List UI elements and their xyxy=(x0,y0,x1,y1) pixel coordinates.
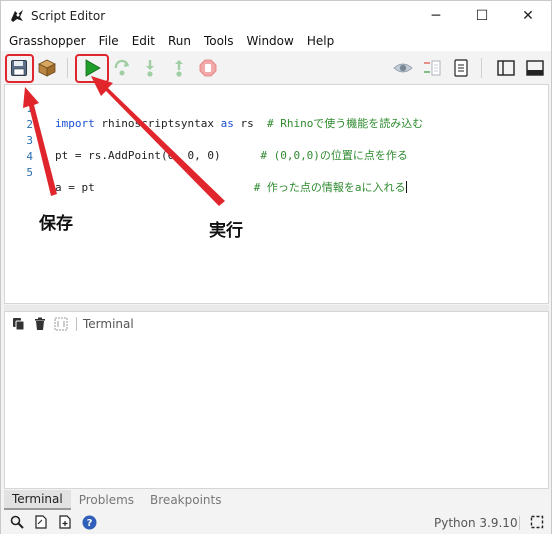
stop-icon xyxy=(199,59,217,77)
terminal-toolbar: Terminal xyxy=(5,312,548,336)
toolbar-separator-right xyxy=(481,58,482,78)
document-icon xyxy=(35,515,47,529)
menu-tools[interactable]: Tools xyxy=(204,34,234,48)
code-line: 2 xyxy=(5,105,545,131)
code-editor[interactable]: 1 import rhinoscriptsyntax as rs # Rhino… xyxy=(4,84,549,304)
compare-icon xyxy=(424,60,441,76)
package-button[interactable] xyxy=(35,56,59,80)
menu-file[interactable]: File xyxy=(99,34,119,48)
bottom-tabs: Terminal Problems Breakpoints xyxy=(4,490,549,510)
help-icon: ? xyxy=(82,515,96,529)
menu-window[interactable]: Window xyxy=(247,34,294,48)
word-wrap-icon xyxy=(54,317,68,331)
notes-icon xyxy=(454,59,468,77)
terminal-title: Terminal xyxy=(83,317,134,331)
run-highlight-box xyxy=(75,54,109,83)
text-caret xyxy=(405,181,407,193)
menu-grasshopper[interactable]: Grasshopper xyxy=(9,34,86,48)
python-version[interactable]: Python 3.9.10 xyxy=(434,516,518,530)
window-title: Script Editor xyxy=(31,9,106,23)
code-line: 5 a = pt # 作った点の情報をaに入れる xyxy=(5,153,545,194)
script-editor-window: Script Editor ─ ☐ ✕ Grasshopper File Edi… xyxy=(0,0,552,534)
toolbar-separator xyxy=(67,58,68,78)
code-line: 4 xyxy=(5,137,545,163)
status-bar: ? Python 3.9.10 xyxy=(1,511,551,534)
maximize-button[interactable]: ☐ xyxy=(459,1,505,31)
minimize-button[interactable]: ─ xyxy=(413,1,459,31)
layout-bottom-button[interactable] xyxy=(523,56,547,80)
close-button[interactable]: ✕ xyxy=(505,1,551,31)
step-out-icon xyxy=(175,60,183,77)
tab-breakpoints[interactable]: Breakpoints xyxy=(142,490,229,510)
menu-bar: Grasshopper File Edit Run Tools Window H… xyxy=(1,31,551,51)
menu-edit[interactable]: Edit xyxy=(132,34,155,48)
svg-text:?: ? xyxy=(86,518,92,529)
eye-icon xyxy=(393,63,413,73)
compare-button[interactable] xyxy=(420,56,444,80)
new-file-button[interactable] xyxy=(57,514,73,530)
layout-left-button[interactable] xyxy=(494,56,518,80)
wrap-button[interactable] xyxy=(53,316,69,332)
title-bar: Script Editor ─ ☐ ✕ xyxy=(1,1,551,31)
search-icon xyxy=(10,515,24,529)
line-number: 5 xyxy=(26,166,33,179)
grasshopper-app-icon xyxy=(11,10,23,22)
step-out-button[interactable] xyxy=(167,56,191,80)
terminal-separator xyxy=(76,317,77,331)
tab-terminal[interactable]: Terminal xyxy=(4,490,71,510)
search-button[interactable] xyxy=(9,514,25,530)
eye-button[interactable] xyxy=(391,56,415,80)
layout-bottom-icon xyxy=(526,60,544,76)
step-into-icon xyxy=(146,60,154,77)
copy-button[interactable] xyxy=(11,316,27,332)
clear-button[interactable] xyxy=(32,316,48,332)
help-button[interactable]: ? xyxy=(81,514,97,530)
settings-button[interactable] xyxy=(529,514,545,530)
menu-run[interactable]: Run xyxy=(168,34,191,48)
step-over-button[interactable] xyxy=(110,56,134,80)
menu-help[interactable]: Help xyxy=(307,34,334,48)
new-file-icon xyxy=(59,515,71,529)
code-line: 3 pt = rs.AddPoint(0, 0, 0) # (0,0,0)の位置… xyxy=(5,121,545,162)
package-icon xyxy=(38,59,56,77)
save-annotation-label: 保存 xyxy=(39,214,73,234)
step-over-icon xyxy=(114,59,130,76)
step-into-button[interactable] xyxy=(138,56,162,80)
frame-icon xyxy=(530,515,544,529)
code-text: a = pt # 作った点の情報をaに入れる xyxy=(55,181,407,194)
status-separator xyxy=(519,516,520,530)
stop-button[interactable] xyxy=(196,56,220,80)
save-highlight-box xyxy=(5,54,34,83)
trash-icon xyxy=(35,317,45,330)
layout-left-icon xyxy=(497,60,515,76)
copy-icon xyxy=(13,318,25,331)
run-annotation-label: 実行 xyxy=(209,221,243,241)
document-button[interactable] xyxy=(33,514,49,530)
tab-problems[interactable]: Problems xyxy=(71,490,142,510)
toolbar xyxy=(1,52,551,84)
code-line: 1 import rhinoscriptsyntax as rs # Rhino… xyxy=(5,89,545,130)
notes-button[interactable] xyxy=(449,56,473,80)
terminal-panel[interactable]: Terminal xyxy=(4,311,549,489)
